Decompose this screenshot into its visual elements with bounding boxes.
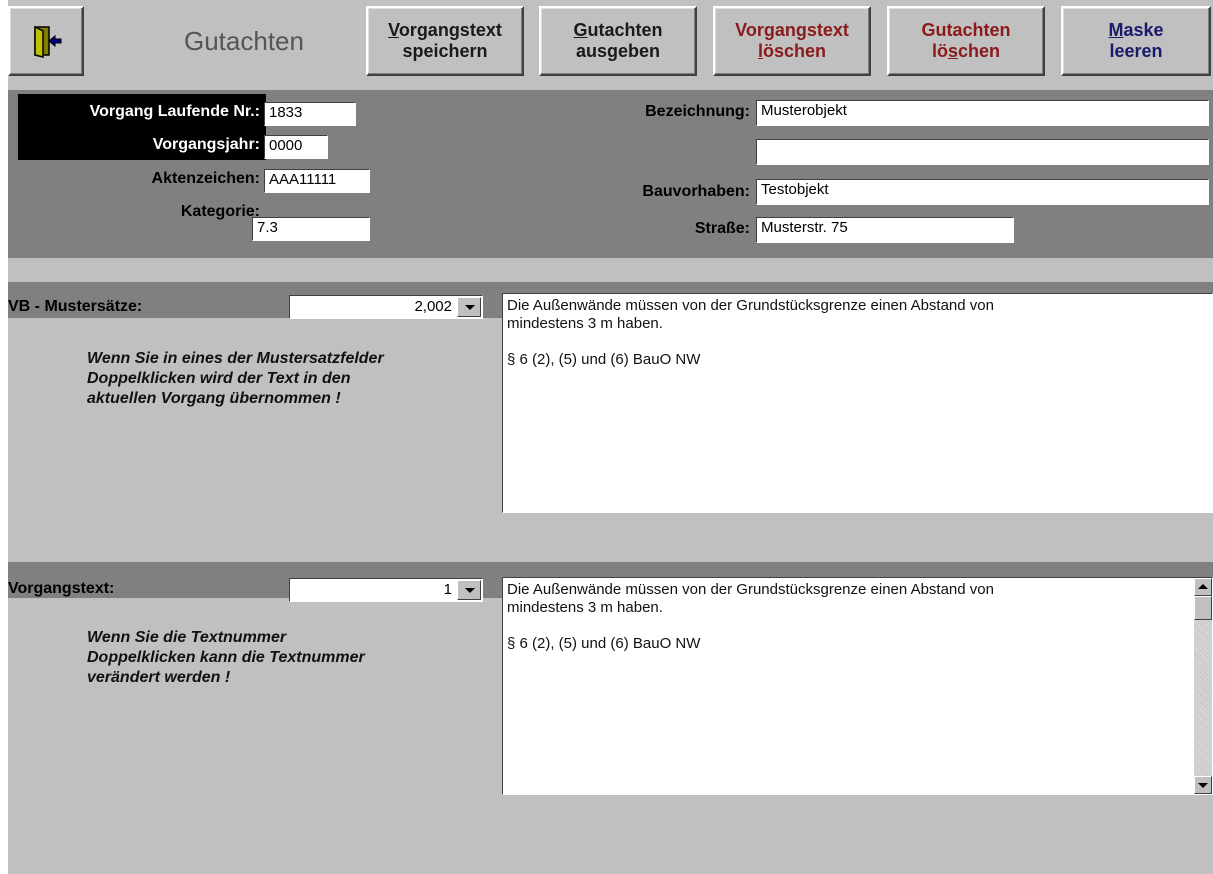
export-gutachten-button[interactable]: Gutachten ausgeben [539, 6, 697, 76]
save-label-line2: speichern [402, 41, 488, 61]
exit-button[interactable] [8, 6, 84, 76]
aktenzeichen-field[interactable]: AAA11111 [264, 169, 370, 193]
vorgangstext-hint-line: Wenn Sie die Textnummer [87, 629, 287, 646]
mustersaetze-label: VB - Mustersätze: [8, 298, 143, 315]
mustersaetze-dropdown-arrow-icon[interactable] [457, 297, 481, 317]
clear-label-rest: aske [1123, 20, 1164, 40]
save-label-key: V [388, 20, 399, 40]
strasse-field[interactable]: Musterstr. 75 [756, 217, 1014, 243]
export-label-line2: ausgeben [575, 41, 661, 61]
save-label-rest: organgstext [398, 20, 502, 40]
mustersaetze-text-line [507, 333, 1208, 351]
mustersaetze-text-line: mindestens 3 m haben. [507, 315, 663, 332]
clear-label-line2: leeren [1109, 41, 1163, 61]
mustersaetze-textarea[interactable]: Die Außenwände müssen von der Grundstück… [502, 293, 1213, 513]
scroll-down-arrow-icon[interactable] [1194, 776, 1212, 794]
delete-report-label-rest: chen [957, 41, 1000, 61]
mustersaetze-text-line: § 6 (2), (5) und (6) BauO NW [507, 351, 701, 368]
bezeichnung-label: Bezeichnung: [645, 103, 750, 120]
bauvorhaben-label: Bauvorhaben: [642, 183, 750, 200]
delete-report-label-line1: Gutachten [921, 20, 1011, 40]
bezeichnung-field[interactable]: Musterobjekt [756, 100, 1209, 126]
save-vorgangstext-button[interactable]: Vorgangstext speichern [366, 6, 524, 76]
mustersaetze-hint-line: aktuellen Vorgang übernommen ! [87, 390, 341, 407]
laufende-nr-label: Vorgang Laufende Nr.: [89, 103, 260, 120]
vorgangstext-hint-line: verändert werden ! [87, 669, 231, 686]
bauvorhaben-field[interactable]: Testobjekt [756, 179, 1209, 205]
scroll-up-arrow-icon[interactable] [1194, 578, 1212, 596]
vorgangstext-value: 1 [443, 581, 452, 598]
vorgangstext-label: Vorgangstext: [8, 580, 115, 597]
aktenzeichen-label: Aktenzeichen: [151, 170, 260, 187]
mustersaetze-hint-line: Wenn Sie in eines der Mustersatzfelder [87, 350, 384, 367]
laufende-nr-field[interactable]: 1833 [264, 102, 356, 126]
vorgangstext-text-line [507, 617, 1188, 635]
bezeichnung2-field[interactable] [756, 139, 1209, 165]
form-title: Gutachten [184, 25, 304, 56]
mustersaetze-hint-line: Doppelklicken wird der Text in den [87, 370, 351, 387]
vorgangstext-text-line: Die Außenwände müssen von der Grundstück… [507, 581, 994, 598]
vorgangstext-dropdown-arrow-icon[interactable] [457, 580, 481, 600]
vorgangstext-combo[interactable]: 1 [289, 578, 483, 602]
vorgangstext-text-line: § 6 (2), (5) und (6) BauO NW [507, 635, 701, 652]
clear-mask-button[interactable]: Maske leeren [1061, 6, 1211, 76]
mustersaetze-text-line: Die Außenwände müssen von der Grundstück… [507, 297, 994, 314]
kategorie-label: Kategorie: [180, 203, 260, 220]
clear-label-key: M [1108, 20, 1124, 40]
vorgangstext-scrollbar[interactable] [1194, 578, 1212, 794]
vorgangsjahr-field[interactable]: 0000 [264, 135, 328, 159]
exit-door-icon [34, 25, 62, 58]
delete-report-label-pre: lö [931, 41, 948, 61]
mustersaetze-hint: Wenn Sie in eines der Mustersatzfelder D… [87, 349, 384, 409]
delete-vorgangstext-button[interactable]: Vorgangstext löschen [713, 6, 871, 76]
strasse-label: Straße: [694, 220, 750, 237]
mustersaetze-combo[interactable]: 2,002 [289, 295, 483, 319]
gutachten-form: Gutachten Vorgangstext speichern Gutacht… [8, 0, 1213, 874]
delete-gutachten-button[interactable]: Gutachten löschen [887, 6, 1045, 76]
mustersaetze-value: 2,002 [414, 298, 452, 315]
delete-text-label-rest: öschen [762, 41, 827, 61]
delete-report-label-key: s [947, 41, 958, 61]
kategorie-field[interactable]: 7.3 [252, 217, 370, 241]
vorgangstext-text-line: mindestens 3 m haben. [507, 599, 663, 616]
vorgangstext-hint-line: Doppelklicken kann die Textnummer [87, 649, 365, 666]
export-label-key: G [573, 20, 588, 40]
vorgangstext-hint: Wenn Sie die Textnummer Doppelklicken ka… [87, 628, 365, 688]
export-label-rest: utachten [587, 20, 663, 40]
vorgangstext-textarea[interactable]: Die Außenwände müssen von der Grundstück… [502, 577, 1213, 795]
header-panel: Vorgang Laufende Nr.: 1833 Vorgangsjahr:… [8, 90, 1213, 258]
vorgangsjahr-label: Vorgangsjahr: [152, 136, 260, 153]
delete-text-label-line1: Vorgangstext [735, 20, 849, 40]
scrollbar-thumb[interactable] [1194, 596, 1212, 620]
